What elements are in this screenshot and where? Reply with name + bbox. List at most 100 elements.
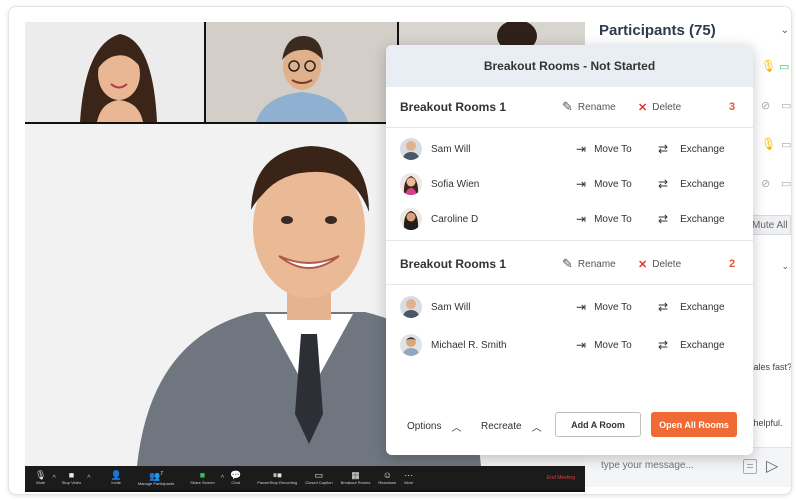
chat-message-input[interactable] xyxy=(601,460,731,471)
video-camera-icon: ■ xyxy=(68,470,75,480)
participant-name: Sam Will xyxy=(431,143,471,155)
dialog-title: Breakout Rooms - Not Started xyxy=(386,45,753,87)
video-off-icon[interactable]: ▭ xyxy=(781,138,791,151)
exchange-button[interactable]: ⇄ Exchange xyxy=(658,212,725,226)
move-to-icon: ⇥ xyxy=(576,177,587,191)
room-name: Breakout Rooms 1 xyxy=(400,100,507,114)
breakout-rooms-icon: ▦ xyxy=(351,470,360,480)
chevron-down-icon[interactable]: ⌄ xyxy=(781,25,789,36)
avatar xyxy=(400,208,422,230)
avatar xyxy=(400,334,422,356)
options-dropdown[interactable]: Options ︿ xyxy=(407,419,461,434)
video-on-icon[interactable]: ▭ xyxy=(779,60,789,73)
closed-caption-button[interactable]: ▭ Closed Caption xyxy=(301,466,336,490)
divider xyxy=(386,284,753,285)
move-to-button[interactable]: ⇥ Move To xyxy=(576,177,632,191)
send-icon[interactable]: ▷ xyxy=(766,456,778,476)
video-tile-man-glasses[interactable] xyxy=(206,22,397,122)
mute-button[interactable]: 🎙 Mute xyxy=(31,466,50,490)
add-person-icon: 👤 xyxy=(110,470,122,480)
exchange-button[interactable]: ⇄ Exchange xyxy=(658,177,725,191)
chevron-down-icon[interactable]: ⌄ xyxy=(781,261,789,272)
room-header: Breakout Rooms 1 ✎ Rename ✕ Delete 3 xyxy=(400,99,740,115)
avatar xyxy=(400,173,422,195)
participant-count-badge: 7 xyxy=(160,471,163,477)
smiley-icon: ☺ xyxy=(382,470,392,480)
exchange-arrows-icon: ⇄ xyxy=(658,212,669,226)
exchange-button[interactable]: ⇄ Exchange xyxy=(658,338,725,352)
end-meeting-button[interactable]: End Meeting xyxy=(547,475,579,481)
microphone-muted-icon[interactable]: ⊘ xyxy=(761,99,770,112)
move-to-button[interactable]: ⇥ Move To xyxy=(576,142,632,156)
dialog-footer: Options ︿ Recreate ︿ Add A Room Open All R… xyxy=(386,407,753,447)
exchange-arrows-icon: ⇄ xyxy=(658,142,669,156)
exchange-button[interactable]: ⇄ Exchange xyxy=(658,142,725,156)
avatar xyxy=(400,296,422,318)
participant-row: Michael R. Smith ⇥ Move To ⇄ Exchange xyxy=(400,333,740,357)
exchange-arrows-icon: ⇄ xyxy=(658,177,669,191)
breakout-rooms-button[interactable]: ▦ Breakout Rooms xyxy=(337,466,375,490)
microphone-icon: 🎙 xyxy=(35,470,47,480)
chat-message-snippet: l helpful. xyxy=(749,418,783,428)
more-button[interactable]: ··· More xyxy=(400,466,417,490)
chevron-up-icon: ︿ xyxy=(531,423,542,434)
participant-name: Caroline D xyxy=(431,213,479,225)
room-participant-count: 2 xyxy=(729,258,736,270)
chevron-up-icon: ︿ xyxy=(451,423,462,434)
delete-room-button[interactable]: ✕ Delete xyxy=(638,258,681,271)
video-off-icon[interactable]: ▭ xyxy=(781,177,791,190)
room-participant-count: 3 xyxy=(729,101,736,113)
close-icon: ✕ xyxy=(638,101,648,114)
breakout-rooms-dialog: Breakout Rooms - Not Started Breakout Ro… xyxy=(386,45,753,455)
stop-video-button[interactable]: ■ Stop Video xyxy=(58,466,86,490)
chat-button[interactable]: 💬 Chat xyxy=(226,466,245,490)
exchange-arrows-icon: ⇄ xyxy=(658,338,669,352)
chat-icon: 💬 xyxy=(229,470,242,480)
participant-name: Michael R. Smith xyxy=(431,339,507,351)
exchange-button[interactable]: ⇄ Exchange xyxy=(658,300,725,314)
participant-name: Sam Will xyxy=(431,301,471,313)
recreate-dropdown[interactable]: Recreate ︿ xyxy=(481,419,542,434)
participant-row: Caroline D ⇥ Move To ⇄ Exchange xyxy=(400,207,740,231)
rename-room-button[interactable]: ✎ Rename xyxy=(562,256,616,272)
add-room-button[interactable]: Add A Room xyxy=(555,412,641,437)
move-to-icon: ⇥ xyxy=(576,300,587,314)
avatar xyxy=(400,138,422,160)
recording-button[interactable]: ⏸⏹ Pause/Stop Recording xyxy=(253,466,301,490)
move-to-button[interactable]: ⇥ Move To xyxy=(576,212,632,226)
move-to-icon: ⇥ xyxy=(576,212,587,226)
divider xyxy=(386,127,753,128)
participants-icon: 👥7 xyxy=(148,471,163,481)
invite-button[interactable]: 👤 Invite xyxy=(107,466,126,490)
mute-options-caret[interactable]: ^ xyxy=(52,475,55,482)
video-off-icon[interactable]: ▭ xyxy=(781,99,791,112)
move-to-icon: ⇥ xyxy=(576,142,587,156)
room-header: Breakout Rooms 1 ✎ Rename ✕ Delete 2 xyxy=(400,256,740,272)
microphone-on-icon[interactable]: 🎙 xyxy=(761,59,776,73)
move-to-button[interactable]: ⇥ Move To xyxy=(576,300,632,314)
participant-row: Sam Will ⇥ Move To ⇄ Exchange xyxy=(400,295,740,319)
delete-room-button[interactable]: ✕ Delete xyxy=(638,101,681,114)
close-icon: ✕ xyxy=(638,258,648,271)
video-options-caret[interactable]: ^ xyxy=(87,475,90,482)
share-options-caret[interactable]: ^ xyxy=(221,475,224,482)
manage-participants-button[interactable]: 👥7 Manage Participants xyxy=(134,466,178,490)
move-to-icon: ⇥ xyxy=(576,338,587,352)
move-to-button[interactable]: ⇥ Move To xyxy=(576,338,632,352)
exchange-arrows-icon: ⇄ xyxy=(658,300,669,314)
share-screen-button[interactable]: ■ Share Screen xyxy=(186,466,218,490)
participants-title: Participants (75) xyxy=(599,22,716,39)
share-screen-icon: ■ xyxy=(199,470,206,480)
microphone-on-icon[interactable]: 🎙 xyxy=(761,137,776,151)
rename-room-button[interactable]: ✎ Rename xyxy=(562,99,616,115)
pause-stop-icon: ⏸⏹ xyxy=(272,470,282,480)
video-tile-woman[interactable] xyxy=(25,22,204,122)
room-name: Breakout Rooms 1 xyxy=(400,257,507,271)
closed-caption-icon: ▭ xyxy=(314,470,324,480)
pencil-icon: ✎ xyxy=(562,256,573,271)
chat-message-snippet: sales fast? xyxy=(749,362,792,372)
reactions-button[interactable]: ☺ Reactions xyxy=(374,466,400,490)
attach-file-icon[interactable] xyxy=(743,459,757,474)
open-all-rooms-button[interactable]: Open All Rooms xyxy=(651,412,737,437)
microphone-muted-icon[interactable]: ⊘ xyxy=(761,177,770,190)
